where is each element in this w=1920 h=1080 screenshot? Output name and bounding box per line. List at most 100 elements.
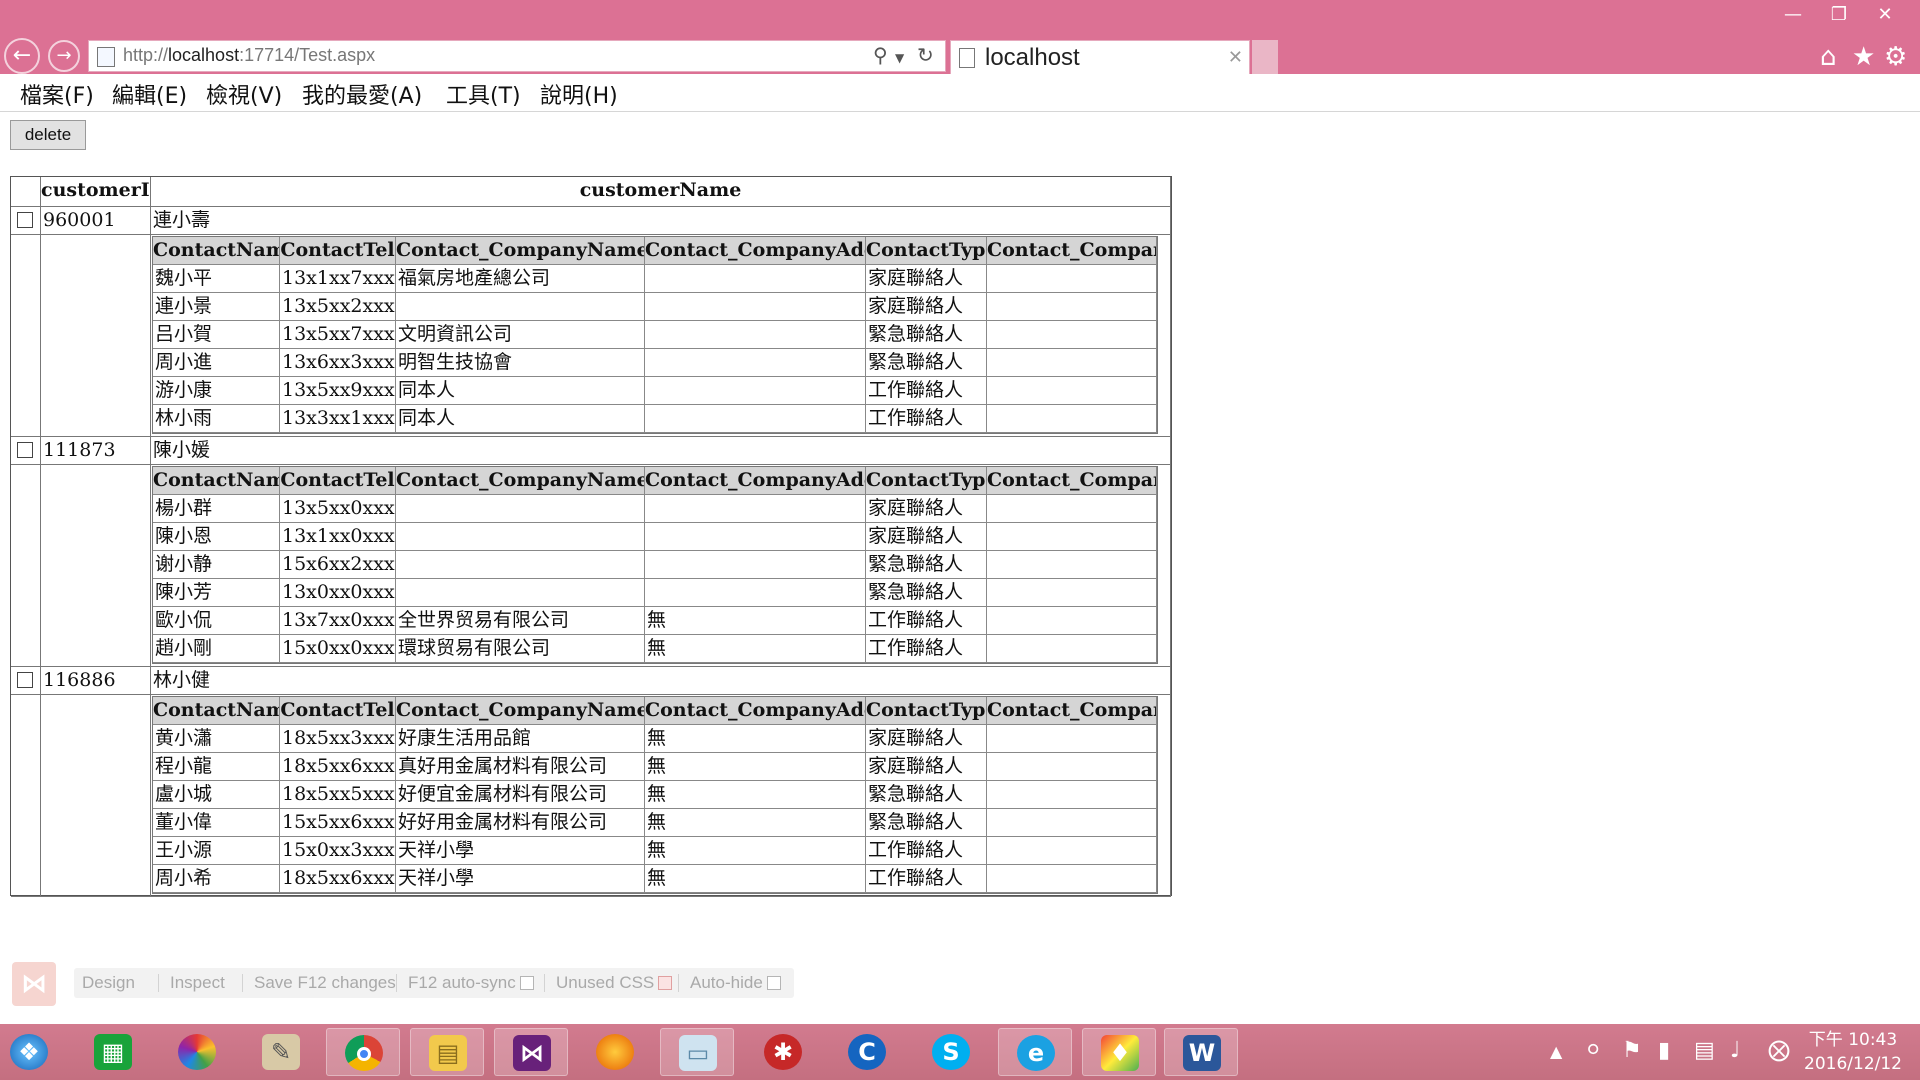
- windows-logo-icon: ❖: [10, 1034, 48, 1070]
- contact-cell: 13x5xx9xxxx: [280, 377, 396, 405]
- contact-cell: 13x5xx7xxxx: [280, 321, 396, 349]
- refresh-icon[interactable]: ↻: [917, 43, 934, 67]
- taskbar-skype[interactable]: S: [914, 1028, 988, 1076]
- close-circle-icon[interactable]: ⨂: [1768, 1038, 1790, 1063]
- forward-button[interactable]: →: [48, 40, 80, 72]
- menu-file[interactable]: 檔案(F): [20, 78, 94, 110]
- contact-cell: 無: [645, 607, 866, 635]
- f12-auto-sync[interactable]: F12 auto-sync: [408, 973, 534, 993]
- f12-inspect[interactable]: Inspect: [170, 973, 225, 993]
- f12-auto-hide-checkbox[interactable]: [766, 976, 781, 990]
- contacts-table: ContactNameContactTelContact_CompanyName…: [152, 466, 1158, 664]
- f12-unused-css-label: Unused CSS: [556, 973, 655, 992]
- f12-auto-sync-checkbox[interactable]: [519, 976, 534, 990]
- menu-view[interactable]: 檢視(V): [206, 78, 282, 110]
- contact-cell: [987, 551, 1157, 579]
- address-url[interactable]: http://localhost:17714/Test.aspx: [123, 45, 375, 66]
- taskbar-app-red[interactable]: ✱: [746, 1028, 820, 1076]
- contact-cell: [987, 781, 1157, 809]
- home-icon[interactable]: ⌂: [1820, 42, 1837, 72]
- note-icon: ▭: [679, 1035, 717, 1071]
- contact-cell: 林小雨: [153, 405, 280, 433]
- f12-save-changes[interactable]: Save F12 changes: [254, 973, 396, 993]
- row-checkbox[interactable]: [17, 442, 33, 458]
- clock-time: 下午 10:43: [1808, 1030, 1898, 1050]
- taskbar-word[interactable]: W: [1164, 1028, 1238, 1076]
- f12-design[interactable]: Design: [82, 973, 135, 993]
- contact-cell: 緊急聯絡人: [866, 551, 987, 579]
- volume-icon[interactable]: ♩: [1730, 1038, 1740, 1063]
- menu-tools[interactable]: 工具(T): [446, 78, 521, 110]
- taskbar-app-multicolor[interactable]: ♦: [1082, 1028, 1156, 1076]
- contacts-header: ContactName: [153, 467, 280, 495]
- f12-divider: [544, 974, 545, 992]
- menu-help[interactable]: 說明(H): [540, 78, 618, 110]
- search-icon[interactable]: ⚲: [873, 43, 888, 67]
- header-select: [11, 177, 41, 207]
- row-checkbox[interactable]: [17, 212, 33, 228]
- restore-button[interactable]: ❐: [1816, 2, 1862, 28]
- app-multicolor-icon: ♦: [1101, 1035, 1139, 1071]
- f12-unused-css[interactable]: Unused CSS: [556, 973, 673, 993]
- minimize-button[interactable]: —: [1770, 2, 1816, 28]
- chevron-up-icon[interactable]: ▲: [1550, 1042, 1562, 1061]
- contact-cell: 家庭聯絡人: [866, 265, 987, 293]
- menu-edit[interactable]: 編輯(E): [112, 78, 187, 110]
- taskbar-explorer[interactable]: ▤: [410, 1028, 484, 1076]
- select-cell: [11, 207, 41, 235]
- contact-cell: 18x5xx5xxxx: [280, 781, 396, 809]
- ccleaner-tray-icon[interactable]: ⚪: [1584, 1038, 1602, 1063]
- contacts-cell: ContactNameContactTelContact_CompanyName…: [151, 235, 1171, 437]
- contact-cell: 13x7xx0xxxx: [280, 607, 396, 635]
- f12-unused-css-checkbox[interactable]: [658, 976, 673, 990]
- contact-cell: 環球贸易有限公司: [396, 635, 645, 663]
- menu-favorites[interactable]: 我的最愛(A): [302, 78, 422, 110]
- contact-cell: [396, 495, 645, 523]
- contact-cell: 18x5xx6xxxx: [280, 865, 396, 893]
- chevron-down-icon[interactable]: ▼: [895, 51, 904, 65]
- taskbar-note-app[interactable]: ▭: [660, 1028, 734, 1076]
- contact-cell: [987, 523, 1157, 551]
- delete-button[interactable]: delete: [10, 120, 86, 150]
- contact-cell: 無: [645, 809, 866, 837]
- contact-cell: [396, 523, 645, 551]
- nested-spacer: [41, 465, 151, 667]
- contact-cell: 陳小芳: [153, 579, 280, 607]
- contact-cell: 楊小群: [153, 495, 280, 523]
- contact-cell: [987, 607, 1157, 635]
- battery-icon[interactable]: ▮: [1658, 1038, 1670, 1063]
- contact-cell: [645, 579, 866, 607]
- address-bar[interactable]: http://localhost:17714/Test.aspx ⚲ ▼ ↻: [88, 40, 946, 72]
- contact-cell: 15x0xx3xxxx: [280, 837, 396, 865]
- contact-cell: 18x5xx3xxxx: [280, 725, 396, 753]
- start-button[interactable]: ❖: [0, 1028, 60, 1076]
- tab-localhost[interactable]: localhost ✕: [950, 40, 1250, 74]
- f12-auto-hide[interactable]: Auto-hide: [690, 973, 781, 993]
- taskbar-picasa[interactable]: [160, 1028, 234, 1076]
- gear-icon[interactable]: ⚙: [1884, 42, 1907, 72]
- taskbar-ccleaner[interactable]: C: [830, 1028, 904, 1076]
- nested-spacer: [41, 695, 151, 897]
- flag-icon[interactable]: ⚑: [1622, 1038, 1642, 1063]
- taskbar-internet-explorer[interactable]: e: [998, 1028, 1072, 1076]
- taskbar-visual-studio[interactable]: ⋈: [494, 1028, 568, 1076]
- contact-cell: 13x5xx2xxxx: [280, 293, 396, 321]
- taskbar-chrome[interactable]: [326, 1028, 400, 1076]
- menu-bar: 檔案(F) 編輯(E) 檢視(V) 我的最愛(A) 工具(T) 說明(H): [0, 74, 1920, 112]
- back-button[interactable]: ←: [4, 38, 40, 74]
- contact-cell: [987, 293, 1157, 321]
- network-icon[interactable]: ▤: [1694, 1038, 1715, 1063]
- close-window-button[interactable]: ✕: [1862, 2, 1908, 28]
- clock[interactable]: 下午 10:43 2016/12/12: [1804, 1028, 1902, 1076]
- row-checkbox[interactable]: [17, 672, 33, 688]
- favorites-star-icon[interactable]: ★: [1852, 42, 1875, 72]
- contact-cell: 家庭聯絡人: [866, 725, 987, 753]
- contact-cell: 天祥小學: [396, 837, 645, 865]
- contacts-header: Contact_CompanyAddr: [645, 467, 866, 495]
- taskbar-store[interactable]: ▦: [76, 1028, 150, 1076]
- contact-cell: [645, 377, 866, 405]
- taskbar-firefox[interactable]: [578, 1028, 652, 1076]
- new-tab-button[interactable]: [1252, 40, 1278, 74]
- close-tab-icon[interactable]: ✕: [1228, 47, 1243, 68]
- taskbar-notepad[interactable]: ✎: [244, 1028, 318, 1076]
